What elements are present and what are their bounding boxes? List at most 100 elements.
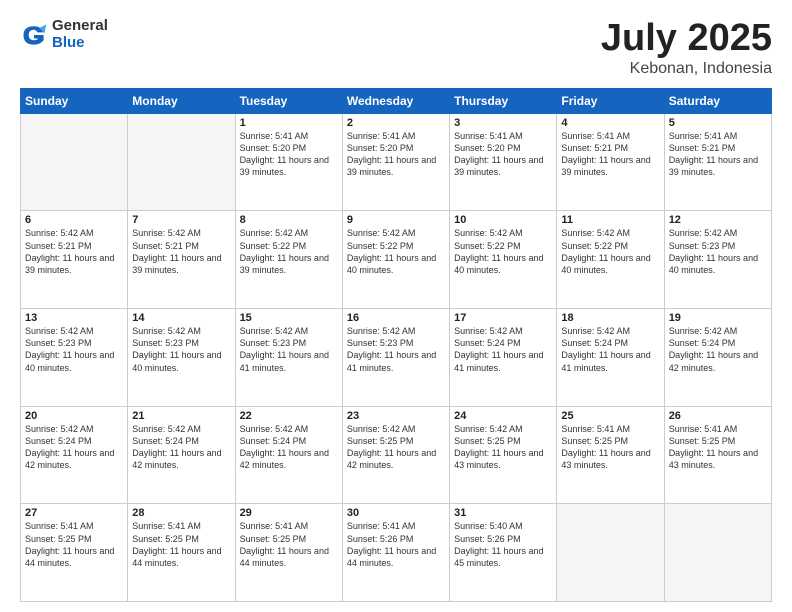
calendar-cell: 22Sunrise: 5:42 AMSunset: 5:24 PMDayligh… <box>235 406 342 504</box>
cell-info: Sunrise: 5:41 AMSunset: 5:20 PMDaylight:… <box>240 130 338 179</box>
day-number: 23 <box>347 410 445 422</box>
calendar-cell: 11Sunrise: 5:42 AMSunset: 5:22 PMDayligh… <box>557 211 664 309</box>
cell-info: Sunrise: 5:42 AMSunset: 5:22 PMDaylight:… <box>454 227 552 276</box>
day-number: 7 <box>132 214 230 226</box>
cell-info: Sunrise: 5:42 AMSunset: 5:24 PMDaylight:… <box>561 325 659 374</box>
col-header-tuesday: Tuesday <box>235 88 342 113</box>
cell-info: Sunrise: 5:41 AMSunset: 5:20 PMDaylight:… <box>347 130 445 179</box>
day-number: 12 <box>669 214 767 226</box>
cell-info: Sunrise: 5:42 AMSunset: 5:23 PMDaylight:… <box>669 227 767 276</box>
day-number: 26 <box>669 410 767 422</box>
week-row-3: 20Sunrise: 5:42 AMSunset: 5:24 PMDayligh… <box>21 406 772 504</box>
logo-blue: Blue <box>52 35 108 52</box>
calendar-cell: 24Sunrise: 5:42 AMSunset: 5:25 PMDayligh… <box>450 406 557 504</box>
calendar-cell: 8Sunrise: 5:42 AMSunset: 5:22 PMDaylight… <box>235 211 342 309</box>
cell-info: Sunrise: 5:41 AMSunset: 5:21 PMDaylight:… <box>561 130 659 179</box>
cell-info: Sunrise: 5:41 AMSunset: 5:25 PMDaylight:… <box>240 520 338 569</box>
calendar-cell: 30Sunrise: 5:41 AMSunset: 5:26 PMDayligh… <box>342 504 449 602</box>
calendar-cell: 15Sunrise: 5:42 AMSunset: 5:23 PMDayligh… <box>235 309 342 407</box>
cell-info: Sunrise: 5:41 AMSunset: 5:26 PMDaylight:… <box>347 520 445 569</box>
calendar-cell: 16Sunrise: 5:42 AMSunset: 5:23 PMDayligh… <box>342 309 449 407</box>
title-block: July 2025 Kebonan, Indonesia <box>601 18 772 78</box>
day-number: 3 <box>454 117 552 129</box>
cell-info: Sunrise: 5:41 AMSunset: 5:20 PMDaylight:… <box>454 130 552 179</box>
cell-info: Sunrise: 5:42 AMSunset: 5:21 PMDaylight:… <box>132 227 230 276</box>
calendar-cell <box>21 113 128 211</box>
cell-info: Sunrise: 5:40 AMSunset: 5:26 PMDaylight:… <box>454 520 552 569</box>
day-number: 29 <box>240 507 338 519</box>
calendar-cell: 19Sunrise: 5:42 AMSunset: 5:24 PMDayligh… <box>664 309 771 407</box>
calendar-cell: 28Sunrise: 5:41 AMSunset: 5:25 PMDayligh… <box>128 504 235 602</box>
calendar-cell: 13Sunrise: 5:42 AMSunset: 5:23 PMDayligh… <box>21 309 128 407</box>
week-row-4: 27Sunrise: 5:41 AMSunset: 5:25 PMDayligh… <box>21 504 772 602</box>
calendar-cell: 12Sunrise: 5:42 AMSunset: 5:23 PMDayligh… <box>664 211 771 309</box>
day-number: 28 <box>132 507 230 519</box>
day-number: 19 <box>669 312 767 324</box>
day-number: 31 <box>454 507 552 519</box>
day-number: 30 <box>347 507 445 519</box>
day-number: 4 <box>561 117 659 129</box>
col-header-monday: Monday <box>128 88 235 113</box>
cell-info: Sunrise: 5:42 AMSunset: 5:24 PMDaylight:… <box>454 325 552 374</box>
calendar-cell: 29Sunrise: 5:41 AMSunset: 5:25 PMDayligh… <box>235 504 342 602</box>
calendar-cell: 5Sunrise: 5:41 AMSunset: 5:21 PMDaylight… <box>664 113 771 211</box>
day-number: 13 <box>25 312 123 324</box>
calendar-cell: 21Sunrise: 5:42 AMSunset: 5:24 PMDayligh… <box>128 406 235 504</box>
col-header-saturday: Saturday <box>664 88 771 113</box>
week-row-1: 6Sunrise: 5:42 AMSunset: 5:21 PMDaylight… <box>21 211 772 309</box>
calendar-cell: 31Sunrise: 5:40 AMSunset: 5:26 PMDayligh… <box>450 504 557 602</box>
cell-info: Sunrise: 5:42 AMSunset: 5:22 PMDaylight:… <box>240 227 338 276</box>
cell-info: Sunrise: 5:42 AMSunset: 5:23 PMDaylight:… <box>347 325 445 374</box>
calendar-cell: 20Sunrise: 5:42 AMSunset: 5:24 PMDayligh… <box>21 406 128 504</box>
day-number: 15 <box>240 312 338 324</box>
cell-info: Sunrise: 5:42 AMSunset: 5:22 PMDaylight:… <box>561 227 659 276</box>
cell-info: Sunrise: 5:42 AMSunset: 5:24 PMDaylight:… <box>132 423 230 472</box>
cell-info: Sunrise: 5:42 AMSunset: 5:23 PMDaylight:… <box>240 325 338 374</box>
day-number: 27 <box>25 507 123 519</box>
day-number: 24 <box>454 410 552 422</box>
logo-general: General <box>52 18 108 35</box>
calendar-cell: 26Sunrise: 5:41 AMSunset: 5:25 PMDayligh… <box>664 406 771 504</box>
cell-info: Sunrise: 5:42 AMSunset: 5:23 PMDaylight:… <box>132 325 230 374</box>
calendar-cell: 27Sunrise: 5:41 AMSunset: 5:25 PMDayligh… <box>21 504 128 602</box>
cell-info: Sunrise: 5:41 AMSunset: 5:25 PMDaylight:… <box>132 520 230 569</box>
day-number: 16 <box>347 312 445 324</box>
cell-info: Sunrise: 5:41 AMSunset: 5:25 PMDaylight:… <box>669 423 767 472</box>
day-number: 14 <box>132 312 230 324</box>
cell-info: Sunrise: 5:41 AMSunset: 5:21 PMDaylight:… <box>669 130 767 179</box>
day-number: 6 <box>25 214 123 226</box>
calendar-cell: 18Sunrise: 5:42 AMSunset: 5:24 PMDayligh… <box>557 309 664 407</box>
page: General Blue July 2025 Kebonan, Indonesi… <box>0 0 792 612</box>
calendar-cell: 25Sunrise: 5:41 AMSunset: 5:25 PMDayligh… <box>557 406 664 504</box>
calendar-cell: 23Sunrise: 5:42 AMSunset: 5:25 PMDayligh… <box>342 406 449 504</box>
cell-info: Sunrise: 5:42 AMSunset: 5:24 PMDaylight:… <box>669 325 767 374</box>
cell-info: Sunrise: 5:42 AMSunset: 5:24 PMDaylight:… <box>240 423 338 472</box>
day-number: 25 <box>561 410 659 422</box>
day-number: 22 <box>240 410 338 422</box>
calendar-cell <box>128 113 235 211</box>
calendar-cell: 9Sunrise: 5:42 AMSunset: 5:22 PMDaylight… <box>342 211 449 309</box>
calendar-table: SundayMondayTuesdayWednesdayThursdayFrid… <box>20 88 772 602</box>
logo-icon <box>20 21 48 49</box>
col-header-thursday: Thursday <box>450 88 557 113</box>
day-number: 9 <box>347 214 445 226</box>
header: General Blue July 2025 Kebonan, Indonesi… <box>20 18 772 78</box>
cell-info: Sunrise: 5:42 AMSunset: 5:25 PMDaylight:… <box>347 423 445 472</box>
calendar-header-row: SundayMondayTuesdayWednesdayThursdayFrid… <box>21 88 772 113</box>
day-number: 2 <box>347 117 445 129</box>
cell-info: Sunrise: 5:41 AMSunset: 5:25 PMDaylight:… <box>25 520 123 569</box>
cell-info: Sunrise: 5:42 AMSunset: 5:24 PMDaylight:… <box>25 423 123 472</box>
cell-info: Sunrise: 5:42 AMSunset: 5:25 PMDaylight:… <box>454 423 552 472</box>
day-number: 8 <box>240 214 338 226</box>
calendar-cell <box>664 504 771 602</box>
week-row-2: 13 Sunrise: 5:42 AMSunset: 5:23 PMDayligh… <box>21 309 772 407</box>
calendar-cell: 10Sunrise: 5:42 AMSunset: 5:22 PMDayligh… <box>450 211 557 309</box>
col-header-friday: Friday <box>557 88 664 113</box>
calendar-cell: 6Sunrise: 5:42 AMSunset: 5:21 PMDaylight… <box>21 211 128 309</box>
calendar-cell: 14Sunrise: 5:42 AMSunset: 5:23 PMDayligh… <box>128 309 235 407</box>
day-number: 20 <box>25 410 123 422</box>
cell-info: Sunrise: 5:42 AMSunset: 5:21 PMDaylight:… <box>25 227 123 276</box>
cell-info: Sunrise: 5:41 AMSunset: 5:25 PMDaylight:… <box>561 423 659 472</box>
calendar-cell: 2Sunrise: 5:41 AMSunset: 5:20 PMDaylight… <box>342 113 449 211</box>
cell-info: Sunrise: 5:42 AMSunset: 5:22 PMDaylight:… <box>347 227 445 276</box>
